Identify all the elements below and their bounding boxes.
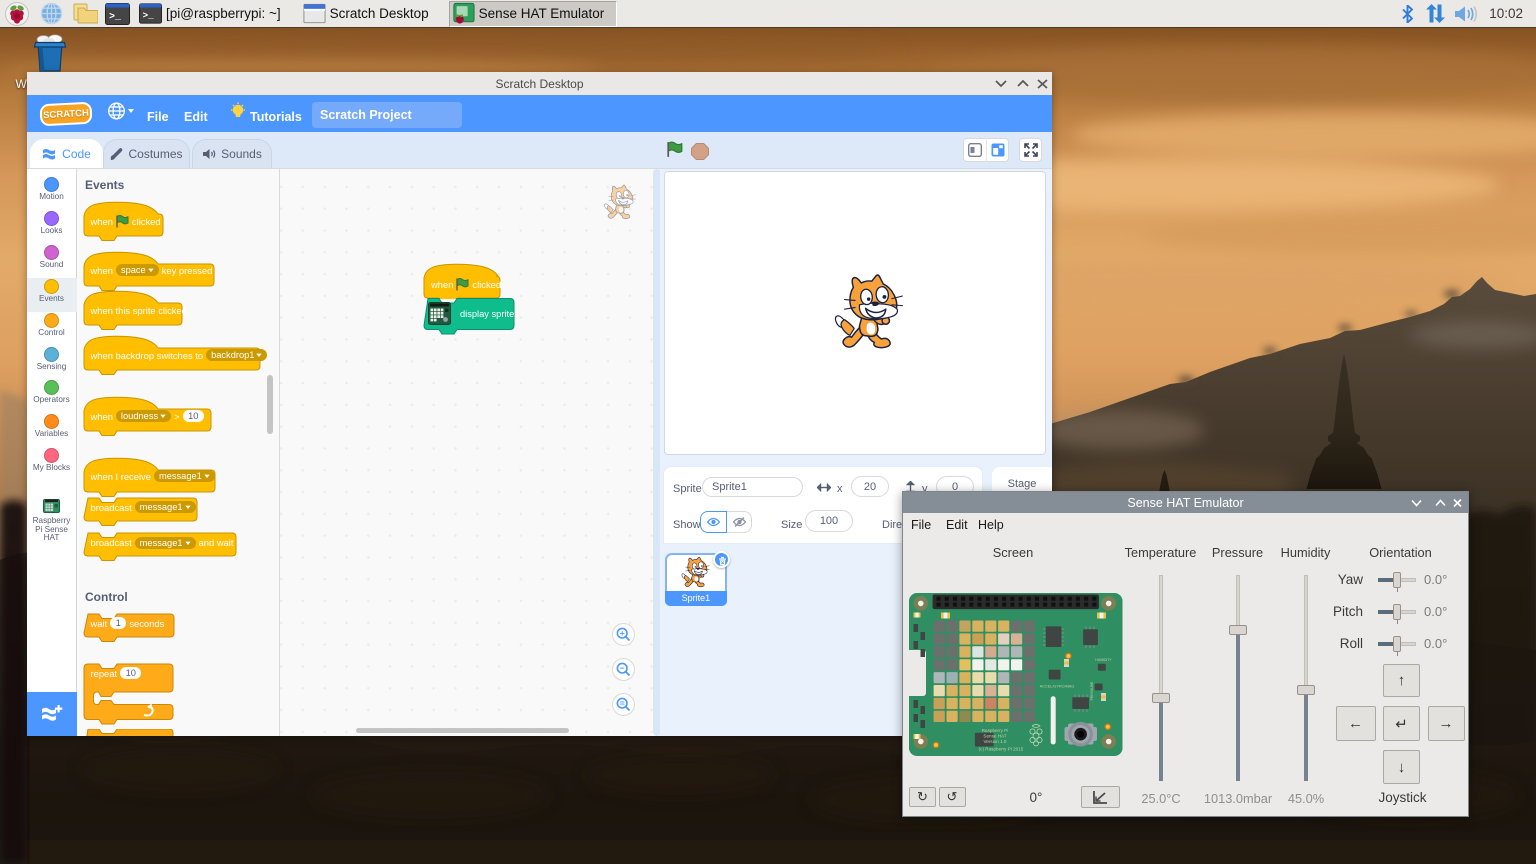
svg-text:HUMIDITY: HUMIDITY: [1095, 658, 1112, 662]
svg-text:(c) Raspberry Pi 2015: (c) Raspberry Pi 2015: [978, 747, 1023, 752]
svg-text:PRESSURE: PRESSURE: [1090, 681, 1094, 700]
svg-text:Version 1.0: Version 1.0: [983, 739, 1006, 744]
svg-text:Raspberry Pi: Raspberry Pi: [981, 728, 1008, 733]
svg-text:>_: >_: [109, 12, 122, 23]
svg-text:ACCEL/GYRO/MAG: ACCEL/GYRO/MAG: [1039, 685, 1074, 689]
svg-text:Sense HAT: Sense HAT: [983, 734, 1006, 739]
svg-text:=: =: [619, 698, 624, 708]
svg-text:+: +: [619, 628, 624, 638]
svg-text:−: −: [619, 663, 624, 673]
svg-text:>_: >_: [143, 10, 155, 21]
